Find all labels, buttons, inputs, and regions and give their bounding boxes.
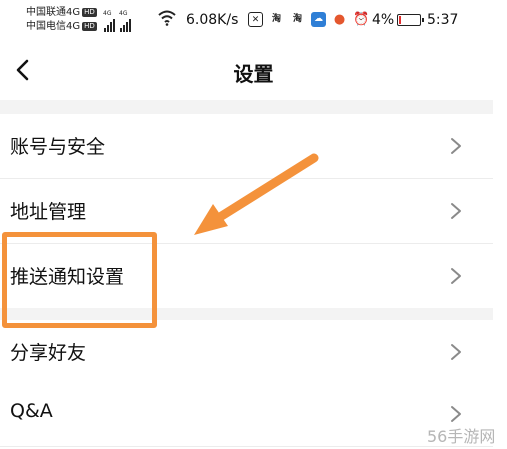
notification-icons: ✕ 淘 淘 ☁ ● ⏰ xyxy=(248,12,370,27)
reddit-icon: ● xyxy=(332,12,347,27)
watermark: 56手游网 xyxy=(427,427,496,446)
taobao-icon: 淘 xyxy=(290,12,305,27)
chevron-right-icon xyxy=(451,344,461,360)
signal-icon: 4G xyxy=(103,10,115,32)
settings-item-label: 账号与安全 xyxy=(10,136,106,158)
hd-badge: HD xyxy=(82,22,97,31)
network-tag: 4G xyxy=(103,10,112,17)
wifi-icon xyxy=(158,10,176,26)
settings-item-label: Q&A xyxy=(10,400,53,422)
battery-level-fill xyxy=(399,16,401,24)
page-title: 设置 xyxy=(233,62,274,86)
alarm-icon: ⏰ xyxy=(353,12,370,27)
network-tag: 4G xyxy=(119,10,128,17)
chevron-right-icon xyxy=(451,138,461,154)
cloud-app-icon: ☁ xyxy=(311,12,326,27)
clock: 5:37 xyxy=(427,12,459,28)
settings-item-label: 地址管理 xyxy=(10,201,87,223)
settings-item-account-security[interactable]: 账号与安全 xyxy=(0,114,493,178)
status-bar: 中国联通4G HD 中国电信4G HD 4G 4G 6.08K/s ✕ 淘 淘 ☁ … xyxy=(0,0,507,44)
taobao-icon: 淘 xyxy=(269,12,284,27)
network-speed: 6.08K/s xyxy=(186,12,239,28)
chevron-right-icon xyxy=(451,406,461,422)
carrier-1-label: 中国联通4G xyxy=(26,7,81,18)
signal-indicators: 4G 4G xyxy=(103,8,131,32)
settings-item-label: 分享好友 xyxy=(10,342,87,364)
carrier-info: 中国联通4G HD 中国电信4G HD xyxy=(26,6,97,34)
chevron-right-icon xyxy=(451,203,461,219)
highlight-box xyxy=(2,232,157,328)
hd-badge: HD xyxy=(82,8,97,17)
section-gap xyxy=(0,100,493,114)
signal-icon: 4G xyxy=(119,10,131,32)
settings-item-qa[interactable]: Q&A xyxy=(0,382,493,446)
chevron-right-icon xyxy=(451,268,461,284)
divider xyxy=(0,446,493,447)
battery-icon xyxy=(397,14,424,26)
capcut-icon: ✕ xyxy=(248,12,263,27)
settings-item-share-friends[interactable]: 分享好友 xyxy=(0,320,493,384)
battery-percent: 4% xyxy=(372,12,395,28)
carrier-2-label: 中国电信4G xyxy=(26,21,81,32)
navigation-bar: 设置 xyxy=(0,44,507,100)
